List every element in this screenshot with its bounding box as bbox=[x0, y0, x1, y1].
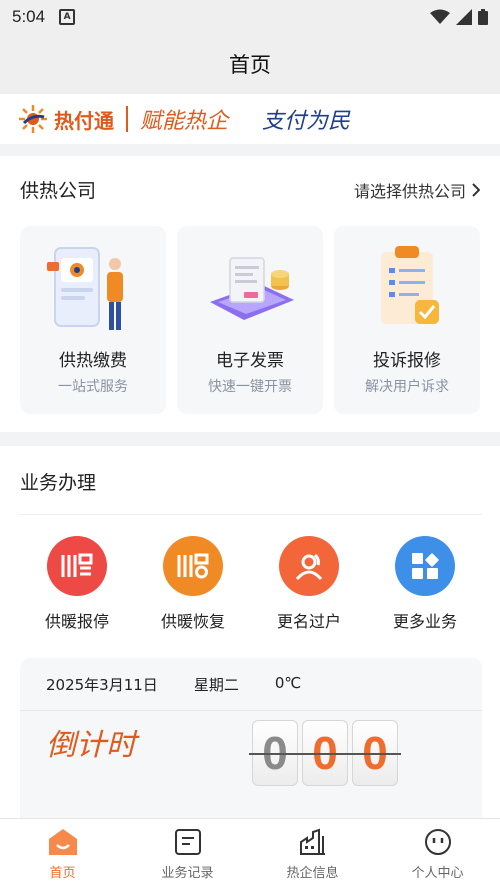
service-name: 投诉报修 bbox=[373, 351, 441, 371]
biz-heating-resume-button[interactable]: 供暖恢复 bbox=[143, 536, 243, 632]
service-name: 供热缴费 bbox=[59, 351, 127, 371]
section-title-business: 业务办理 bbox=[20, 472, 97, 494]
status-time: 5:04 bbox=[12, 7, 46, 26]
countdown-digit: 0 bbox=[249, 720, 301, 786]
biz-heating-suspend-button[interactable]: 供暖报停 bbox=[27, 536, 127, 632]
section-divider bbox=[20, 514, 482, 515]
tab-profile[interactable]: 个人中心 bbox=[375, 819, 500, 888]
temperature-text: 0℃ bbox=[274, 674, 302, 692]
tab-label: 首页 bbox=[49, 866, 76, 881]
tab-label: 热企信息 bbox=[286, 866, 339, 881]
status-icons bbox=[430, 9, 488, 25]
wifi-icon bbox=[430, 9, 450, 24]
banner-slogan-2: 支付为民 bbox=[262, 109, 351, 134]
service-name: 电子发票 bbox=[216, 351, 284, 371]
biz-name-transfer-button[interactable]: 更名过户 bbox=[259, 536, 359, 632]
date-countdown-card: 2025年3月11日 星期二 0℃ 倒计时 0 0 0 bbox=[20, 658, 482, 818]
notification-icon: A bbox=[59, 9, 76, 25]
more-services-icon bbox=[395, 536, 455, 596]
biz-label: 更多业务 bbox=[392, 612, 457, 631]
date-row: 2025年3月11日 星期二 0℃ bbox=[46, 674, 301, 695]
weekday-text: 星期二 bbox=[193, 676, 239, 694]
title-bar: 首页 bbox=[0, 34, 500, 94]
service-desc: 快速一键开票 bbox=[208, 379, 292, 395]
name-transfer-icon bbox=[279, 536, 339, 596]
section-title-company: 供热公司 bbox=[20, 180, 97, 202]
tab-business-records[interactable]: 业务记录 bbox=[125, 819, 250, 888]
heating-payment-illustration-icon bbox=[47, 247, 123, 330]
biz-more-services-button[interactable]: 更多业务 bbox=[375, 536, 475, 632]
heating-company-section: 供热公司 请选择供热公司 供热缴费 一站式服务 电子发票 快速一键开票 投诉报修… bbox=[0, 156, 500, 432]
brand-logo-text: 热付通 bbox=[54, 108, 114, 133]
countdown-digits: 0 0 0 bbox=[249, 720, 401, 786]
countdown-digit: 0 bbox=[349, 720, 401, 786]
countdown-title: 倒计时 bbox=[46, 728, 136, 763]
profile-icon bbox=[424, 829, 451, 855]
service-desc: 解决用户诉求 bbox=[365, 379, 449, 395]
heating-suspend-icon bbox=[47, 536, 107, 596]
banner-slogan-1: 赋能热企 bbox=[140, 109, 229, 134]
brand-banner[interactable]: 热付通 赋能热企 支付为民 bbox=[0, 94, 500, 144]
business-section: 业务办理 供暖报停 供暖恢复 更名过户 更多业务 2025年3月11日 星期二 … bbox=[0, 446, 500, 818]
home-icon bbox=[48, 829, 77, 855]
countdown-digit: 0 bbox=[299, 720, 351, 786]
date-divider bbox=[20, 710, 482, 711]
battery-icon bbox=[478, 9, 488, 25]
sun-logo-icon bbox=[19, 105, 47, 133]
service-desc: 一站式服务 bbox=[58, 379, 128, 395]
e-invoice-illustration-icon bbox=[210, 257, 294, 320]
tab-home[interactable]: 首页 bbox=[0, 819, 125, 888]
page-title: 首页 bbox=[229, 53, 271, 77]
signal-icon bbox=[456, 9, 472, 25]
tab-label: 业务记录 bbox=[161, 866, 214, 881]
date-text: 2025年3月11日 bbox=[46, 676, 158, 694]
records-icon bbox=[174, 829, 201, 855]
biz-label: 供暖恢复 bbox=[160, 612, 225, 631]
clipboard-illustration-icon bbox=[381, 246, 439, 324]
chevron-right-icon bbox=[472, 183, 480, 197]
status-bar: 5:04 A bbox=[0, 0, 500, 34]
tab-label: 个人中心 bbox=[411, 866, 464, 881]
biz-label: 更名过户 bbox=[276, 612, 341, 631]
service-complaint-repair[interactable]: 投诉报修 解决用户诉求 bbox=[334, 226, 480, 414]
bottom-tab-bar: 首页 业务记录 热企信息 个人中心 bbox=[0, 818, 500, 888]
biz-label: 供暖报停 bbox=[44, 612, 109, 631]
tab-company-info[interactable]: 热企信息 bbox=[250, 819, 375, 888]
banner-divider bbox=[126, 106, 128, 132]
select-company-label: 请选择供热公司 bbox=[353, 182, 466, 201]
service-e-invoice[interactable]: 电子发票 快速一键开票 bbox=[177, 226, 323, 414]
select-company-link[interactable]: 请选择供热公司 bbox=[354, 178, 480, 202]
service-heating-payment[interactable]: 供热缴费 一站式服务 bbox=[20, 226, 166, 414]
heating-resume-icon bbox=[163, 536, 223, 596]
factory-icon bbox=[299, 828, 325, 855]
